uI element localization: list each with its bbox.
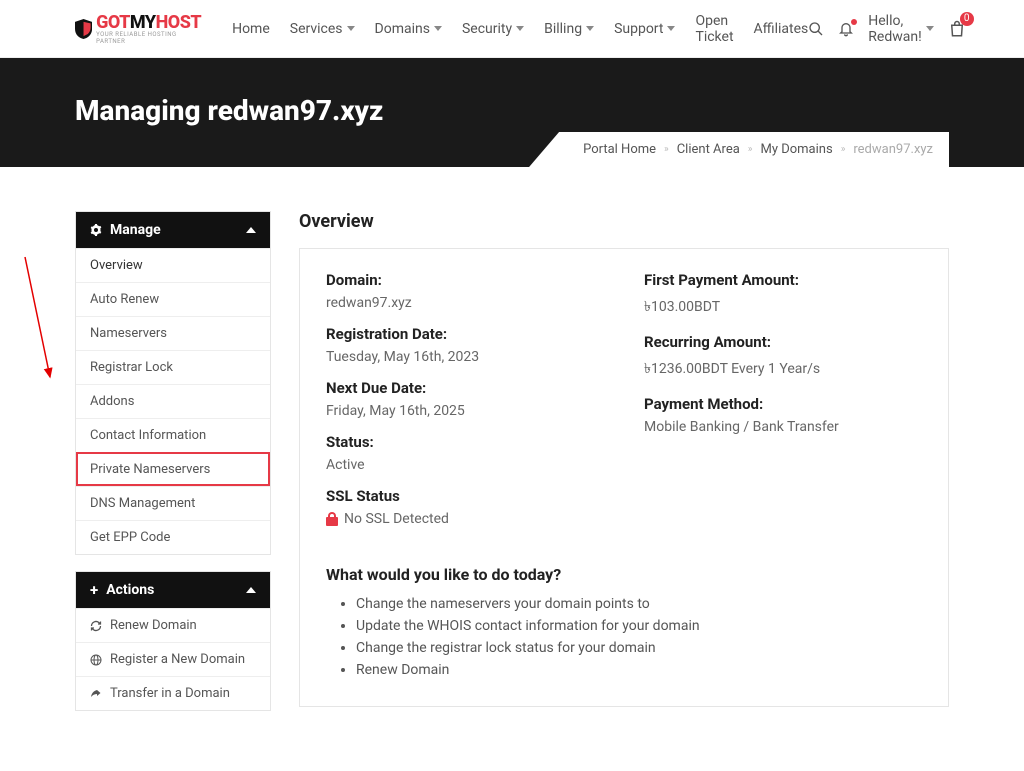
page-hero: Managing redwan97.xyz Portal Home » Clie…	[0, 58, 1024, 167]
chevron-down-icon	[586, 26, 594, 31]
breadcrumb: Portal Home » Client Area » My Domains »…	[529, 132, 949, 167]
sidebar-manage-panel: Manage Overview Auto Renew Nameservers R…	[75, 211, 271, 555]
domain-value: redwan97.xyz	[326, 295, 604, 311]
main-content: Overview Domain: redwan97.xyz Registrati…	[299, 211, 949, 707]
payment-method-label: Payment Method:	[644, 395, 922, 413]
sidebar-actions-panel: + Actions Renew Domain Register a New Do…	[75, 571, 271, 711]
breadcrumb-current: redwan97.xyz	[853, 142, 933, 157]
refresh-icon	[90, 620, 102, 632]
chevron-up-icon	[246, 587, 256, 593]
next-due-date-label: Next Due Date:	[326, 379, 604, 397]
cart-button[interactable]: 0	[948, 20, 966, 38]
sidebar-action-register-domain[interactable]: Register a New Domain	[76, 642, 270, 676]
sidebar-item-get-epp-code[interactable]: Get EPP Code	[76, 520, 270, 554]
main-nav: Home Services Domains Security Billing S…	[232, 13, 808, 45]
status-value: Active	[326, 457, 604, 473]
breadcrumb-my-domains[interactable]: My Domains	[760, 142, 832, 157]
sidebar-item-registrar-lock[interactable]: Registrar Lock	[76, 350, 270, 384]
cart-count-badge: 0	[960, 12, 974, 26]
todo-list: Change the nameservers your domain point…	[326, 596, 922, 678]
logo-text-got: GOT	[96, 12, 130, 33]
breadcrumb-separator: »	[841, 144, 846, 155]
status-label: Status:	[326, 433, 604, 451]
chevron-down-icon	[667, 26, 675, 31]
sidebar-item-contact-information[interactable]: Contact Information	[76, 418, 270, 452]
user-menu[interactable]: Hello, Redwan!	[868, 13, 933, 45]
sidebar-item-addons[interactable]: Addons	[76, 384, 270, 418]
sidebar-manage-header[interactable]: Manage	[76, 212, 270, 248]
next-due-date-value: Friday, May 16th, 2025	[326, 403, 604, 419]
plus-icon: +	[90, 584, 98, 596]
registration-date-label: Registration Date:	[326, 325, 604, 343]
todo-change-registrar-lock[interactable]: Change the registrar lock status for you…	[356, 640, 922, 656]
nav-support[interactable]: Support	[614, 21, 675, 37]
nav-affiliates[interactable]: Affiliates	[754, 21, 809, 37]
sidebar: Manage Overview Auto Renew Nameservers R…	[75, 211, 271, 727]
todo-update-whois[interactable]: Update the WHOIS contact information for…	[356, 618, 922, 634]
logo[interactable]: GOTMYHOST YOUR RELIABLE HOSTING PARTNER	[75, 12, 202, 45]
sidebar-manage-label: Manage	[110, 222, 161, 238]
logo-text-host: HOST	[156, 12, 202, 33]
sidebar-item-auto-renew[interactable]: Auto Renew	[76, 282, 270, 316]
todo-title: What would you like to do today?	[326, 565, 922, 584]
nav-billing[interactable]: Billing	[544, 21, 594, 37]
chevron-up-icon	[246, 227, 256, 233]
first-payment-label: First Payment Amount:	[644, 271, 922, 289]
first-payment-value: ৳103.00BDT	[644, 295, 922, 319]
overview-title: Overview	[299, 211, 949, 232]
nav-security[interactable]: Security	[462, 21, 524, 37]
sidebar-actions-label: Actions	[106, 582, 154, 598]
registration-date-value: Tuesday, May 16th, 2023	[326, 349, 604, 365]
payment-method-value: Mobile Banking / Bank Transfer	[644, 419, 922, 435]
sidebar-actions-header[interactable]: + Actions	[76, 572, 270, 608]
sidebar-action-renew-domain[interactable]: Renew Domain	[76, 608, 270, 642]
recurring-amount-value: ৳1236.00BDT Every 1 Year/s	[644, 357, 922, 381]
top-header: GOTMYHOST YOUR RELIABLE HOSTING PARTNER …	[0, 0, 1024, 58]
lock-icon	[326, 512, 338, 526]
main-container: Manage Overview Auto Renew Nameservers R…	[0, 167, 1024, 771]
sidebar-item-private-nameservers[interactable]: Private Nameservers	[76, 452, 270, 486]
ssl-status-value: No SSL Detected	[344, 511, 449, 527]
breadcrumb-separator: »	[664, 144, 669, 155]
ssl-status-label: SSL Status	[326, 487, 604, 505]
overview-card: Domain: redwan97.xyz Registration Date: …	[299, 248, 949, 707]
annotation-arrow	[0, 247, 60, 397]
sidebar-item-overview[interactable]: Overview	[76, 248, 270, 282]
chevron-down-icon	[516, 26, 524, 31]
search-button[interactable]	[808, 21, 824, 37]
search-icon	[808, 21, 824, 37]
share-icon	[90, 688, 102, 700]
breadcrumb-portal-home[interactable]: Portal Home	[583, 142, 656, 157]
notification-dot	[851, 19, 857, 25]
shield-icon	[75, 19, 92, 39]
breadcrumb-separator: »	[748, 144, 753, 155]
nav-open-ticket[interactable]: Open Ticket	[695, 13, 733, 45]
chevron-down-icon	[347, 26, 355, 31]
logo-text-my: MY	[130, 12, 156, 33]
todo-renew-domain[interactable]: Renew Domain	[356, 662, 922, 678]
logo-tagline: YOUR RELIABLE HOSTING PARTNER	[96, 31, 202, 45]
chevron-down-icon	[926, 26, 934, 31]
sidebar-item-dns-management[interactable]: DNS Management	[76, 486, 270, 520]
sidebar-action-transfer-domain[interactable]: Transfer in a Domain	[76, 676, 270, 710]
domain-label: Domain:	[326, 271, 604, 289]
chevron-down-icon	[434, 26, 442, 31]
nav-home[interactable]: Home	[232, 21, 270, 37]
gear-icon	[90, 224, 102, 236]
nav-services[interactable]: Services	[290, 21, 355, 37]
todo-change-nameservers[interactable]: Change the nameservers your domain point…	[356, 596, 922, 612]
globe-icon	[90, 654, 102, 666]
notifications-button[interactable]	[838, 21, 854, 37]
recurring-amount-label: Recurring Amount:	[644, 333, 922, 351]
header-right: Hello, Redwan! 0	[808, 13, 965, 45]
sidebar-item-nameservers[interactable]: Nameservers	[76, 316, 270, 350]
nav-domains[interactable]: Domains	[375, 21, 442, 37]
breadcrumb-client-area[interactable]: Client Area	[677, 142, 740, 157]
page-title: Managing redwan97.xyz	[75, 94, 949, 127]
